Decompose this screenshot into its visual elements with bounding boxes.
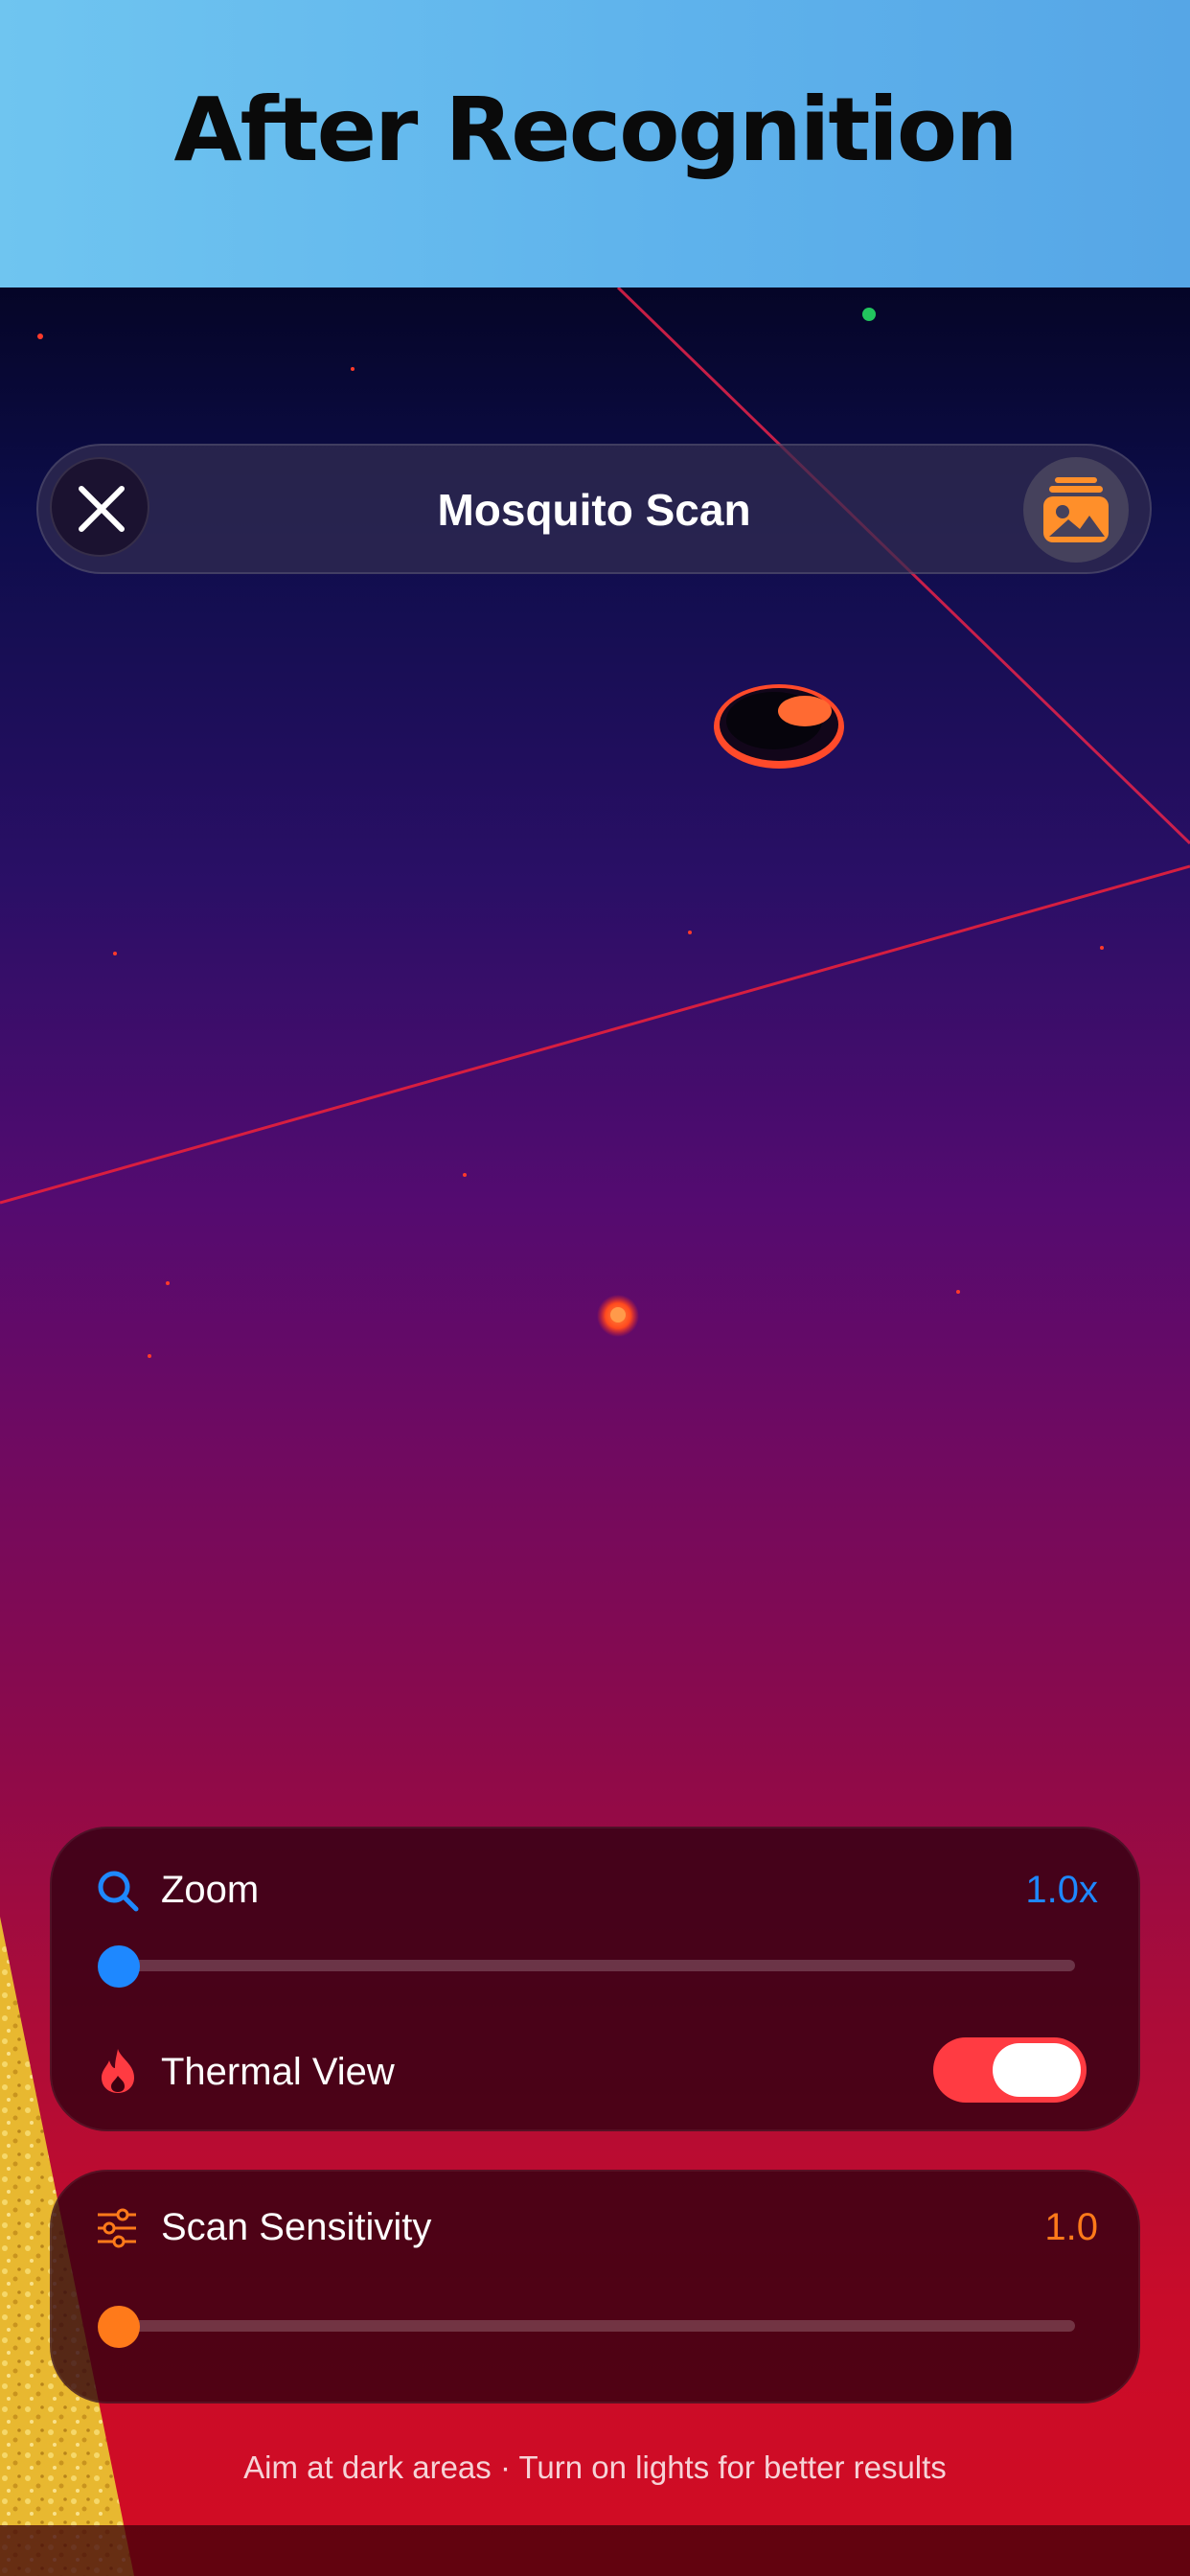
scan-sensitivity-slider[interactable]	[98, 2306, 1075, 2348]
screen-title: Mosquito Scan	[437, 485, 751, 535]
scan-sensitivity-value: 1.0	[1044, 2206, 1098, 2248]
mosquito-hotspot	[597, 1295, 639, 1337]
hint-text: Aim at dark areas · Turn on lights for b…	[243, 2450, 947, 2485]
ceiling-fixture	[714, 684, 844, 769]
sliders-icon	[98, 2208, 136, 2248]
sensitivity-panel: Scan Sensitivity 1.0	[50, 2170, 1140, 2404]
status-dot	[862, 308, 876, 321]
zoom-slider-thumb[interactable]	[98, 1945, 140, 1988]
zoom-thermal-panel: Zoom 1.0x Thermal View	[50, 1827, 1140, 2131]
scan-sensitivity-slider-track	[117, 2320, 1075, 2332]
scan-sensitivity-label: Scan Sensitivity	[161, 2206, 432, 2248]
photo-gallery-icon	[1043, 477, 1109, 542]
scan-sensitivity-slider-thumb[interactable]	[98, 2306, 140, 2348]
zoom-value: 1.0x	[1025, 1869, 1098, 1911]
bottom-band	[0, 2525, 1190, 2576]
thermal-view-label: Thermal View	[161, 2051, 395, 2093]
heat-line-horizontal	[0, 864, 1190, 1205]
zoom-slider[interactable]	[98, 1945, 1075, 1988]
close-button[interactable]	[50, 457, 149, 557]
close-x-icon	[79, 486, 125, 532]
zoom-label: Zoom	[161, 1869, 260, 1911]
magnifying-glass-icon	[98, 1871, 139, 1912]
thermal-view-toggle[interactable]	[933, 2037, 1087, 2103]
header-title: After Recognition	[173, 79, 1018, 181]
flame-icon	[102, 2049, 134, 2093]
gallery-button[interactable]	[1023, 457, 1129, 563]
thermal-view-toggle-knob	[993, 2043, 1081, 2097]
header-banner: After Recognition	[0, 0, 1190, 288]
top-bar: Mosquito Scan	[36, 444, 1152, 574]
zoom-slider-track	[117, 1960, 1075, 1971]
